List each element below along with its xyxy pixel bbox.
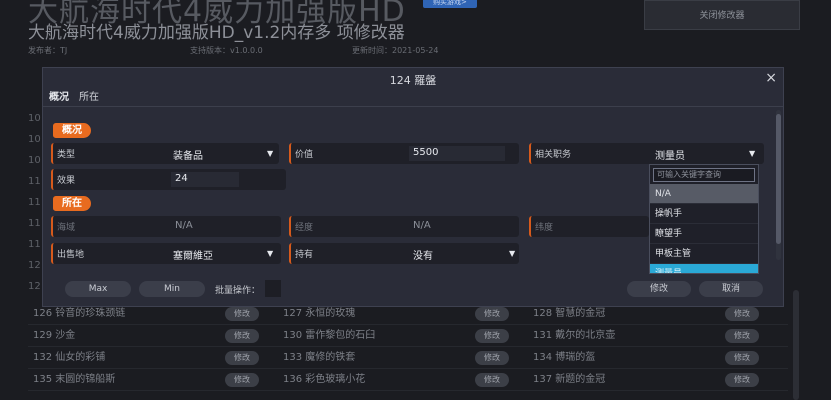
modify-button[interactable]: 修改 bbox=[475, 351, 509, 365]
tab-location[interactable]: 所在 bbox=[79, 88, 99, 103]
effect-field: 效果 24 bbox=[51, 169, 286, 190]
latitude-label: 纬度 bbox=[535, 223, 554, 233]
origin-value: 塞爾維亞 bbox=[173, 251, 213, 262]
modify-button[interactable]: 修改 bbox=[225, 307, 259, 321]
chevron-down-icon: ▼ bbox=[509, 249, 516, 258]
list-item: 136 彩色玻璃小花 修改 bbox=[278, 369, 521, 390]
hold-label: 持有 bbox=[295, 250, 314, 260]
modify-button[interactable]: 修改 bbox=[627, 281, 691, 297]
service-select[interactable]: 相关职务 测量员 ▼ bbox=[529, 143, 764, 164]
version-meta: 支持版本：v1.0.0.0 bbox=[190, 46, 263, 55]
hold-select[interactable]: 持有 没有 ▼ bbox=[289, 243, 519, 264]
section-location-tag: 所在 bbox=[53, 196, 91, 211]
modify-button[interactable]: 修改 bbox=[225, 351, 259, 365]
min-button[interactable]: Min bbox=[139, 281, 205, 297]
chevron-down-icon: ▼ bbox=[267, 249, 274, 258]
sea-label: 海域 bbox=[57, 223, 76, 233]
tab-divider bbox=[43, 106, 783, 107]
dropdown-option[interactable]: 瞭望手 bbox=[650, 224, 758, 244]
list-item: 135 末圆的锦船斯 修改 bbox=[28, 369, 271, 390]
dialog-scrollbar-thumb[interactable] bbox=[776, 114, 781, 244]
publisher-meta: 发布者：TJ bbox=[28, 46, 68, 55]
sea-value: N/A bbox=[175, 220, 193, 231]
modify-button[interactable]: 修改 bbox=[225, 373, 259, 387]
modify-button[interactable]: 修改 bbox=[475, 373, 509, 387]
type-value: 装备品 bbox=[173, 151, 203, 162]
dialog-tabs: 概况 所在 bbox=[49, 88, 99, 103]
batch-operation-input[interactable] bbox=[265, 280, 281, 297]
list-item: 131 戴尔的北京壶 修改 bbox=[528, 325, 771, 346]
price-field: 价值 5500 bbox=[289, 143, 519, 164]
price-value: 5500 bbox=[413, 147, 439, 158]
modify-button[interactable]: 修改 bbox=[225, 329, 259, 343]
dropdown-option[interactable]: 测量员 bbox=[650, 264, 758, 273]
chevron-down-icon: ▼ bbox=[749, 149, 756, 158]
item-list: 126 铃音的珍珠颈链 修改 127 永恒的玫瑰 修改 128 智慧的金冠 修改 12… bbox=[28, 303, 788, 391]
effect-label: 效果 bbox=[57, 176, 76, 186]
service-value: 测量员 bbox=[655, 151, 685, 162]
table-row: 129 沙金 修改 130 雷作黎包的石臼 修改 131 戴尔的北京壶 修改 bbox=[28, 325, 788, 347]
list-item: 130 雷作黎包的石臼 修改 bbox=[278, 325, 521, 346]
modify-button[interactable]: 修改 bbox=[725, 351, 759, 365]
list-item: 133 魔修的铁套 修改 bbox=[278, 347, 521, 368]
max-button[interactable]: Max bbox=[65, 281, 131, 297]
modify-button[interactable]: 修改 bbox=[475, 307, 509, 321]
longitude-label: 经度 bbox=[295, 223, 314, 233]
update-time-meta: 更新时间：2021-05-24 bbox=[352, 46, 439, 55]
cancel-button[interactable]: 取消 bbox=[699, 281, 763, 297]
dropdown-option[interactable]: 操帆手 bbox=[650, 204, 758, 224]
list-item: 137 新题的金冠 修改 bbox=[528, 369, 771, 390]
background-left-numbers: 10 10 10 11 11 11 11 12 12 bbox=[28, 113, 41, 292]
modify-button[interactable]: 修改 bbox=[725, 373, 759, 387]
modify-button[interactable]: 修改 bbox=[725, 329, 759, 343]
buy-game-badge[interactable]: 购买游戏> bbox=[423, 0, 477, 8]
modify-button[interactable]: 修改 bbox=[475, 329, 509, 343]
sea-field: 海域 N/A bbox=[51, 216, 281, 237]
close-modifier-button[interactable]: 关闭修改器 bbox=[644, 0, 800, 30]
dropdown-search-input[interactable]: 可输入关键字查询 bbox=[653, 168, 755, 182]
modify-button[interactable]: 修改 bbox=[725, 307, 759, 321]
price-label: 价值 bbox=[295, 150, 314, 160]
longitude-value: N/A bbox=[413, 220, 431, 231]
close-icon[interactable]: × bbox=[765, 70, 777, 86]
latitude-field: 纬度 bbox=[529, 216, 649, 237]
longitude-field: 经度 N/A bbox=[289, 216, 519, 237]
effect-value: 24 bbox=[175, 173, 188, 184]
table-row: 132 仙女的彩铺 修改 133 魔修的铁套 修改 134 博瑞的盔 修改 bbox=[28, 347, 788, 369]
type-label: 类型 bbox=[57, 150, 76, 160]
chevron-down-icon: ▼ bbox=[267, 149, 274, 158]
service-label: 相关职务 bbox=[535, 150, 572, 160]
page-subtitle: 大航海时代4威力加强版HD_v1.2内存多 项修改器 bbox=[28, 23, 405, 43]
list-item: 129 沙金 修改 bbox=[28, 325, 271, 346]
hold-value: 没有 bbox=[413, 251, 433, 262]
origin-label: 出售地 bbox=[57, 250, 85, 260]
service-dropdown: 可输入关键字查询 N/A 操帆手 瞭望手 甲板主管 测量员 bbox=[649, 164, 759, 274]
type-select[interactable]: 类型 装备品 ▼ bbox=[51, 143, 279, 164]
origin-select[interactable]: 出售地 塞爾維亞 ▼ bbox=[51, 243, 281, 264]
section-overview-tag: 概况 bbox=[53, 123, 91, 138]
list-item: 134 博瑞的盔 修改 bbox=[528, 347, 771, 368]
dialog-title: 124 羅盤 bbox=[389, 74, 437, 87]
table-row: 135 末圆的锦船斯 修改 136 彩色玻璃小花 修改 137 新题的金冠 修改 bbox=[28, 369, 788, 391]
dropdown-option[interactable]: N/A bbox=[650, 184, 758, 204]
batch-operation-label: 批量操作： bbox=[215, 286, 261, 296]
list-item: 132 仙女的彩铺 修改 bbox=[28, 347, 271, 368]
page-scrollbar[interactable] bbox=[793, 290, 799, 400]
tab-overview[interactable]: 概况 bbox=[49, 88, 69, 103]
dropdown-option[interactable]: 甲板主管 bbox=[650, 244, 758, 264]
